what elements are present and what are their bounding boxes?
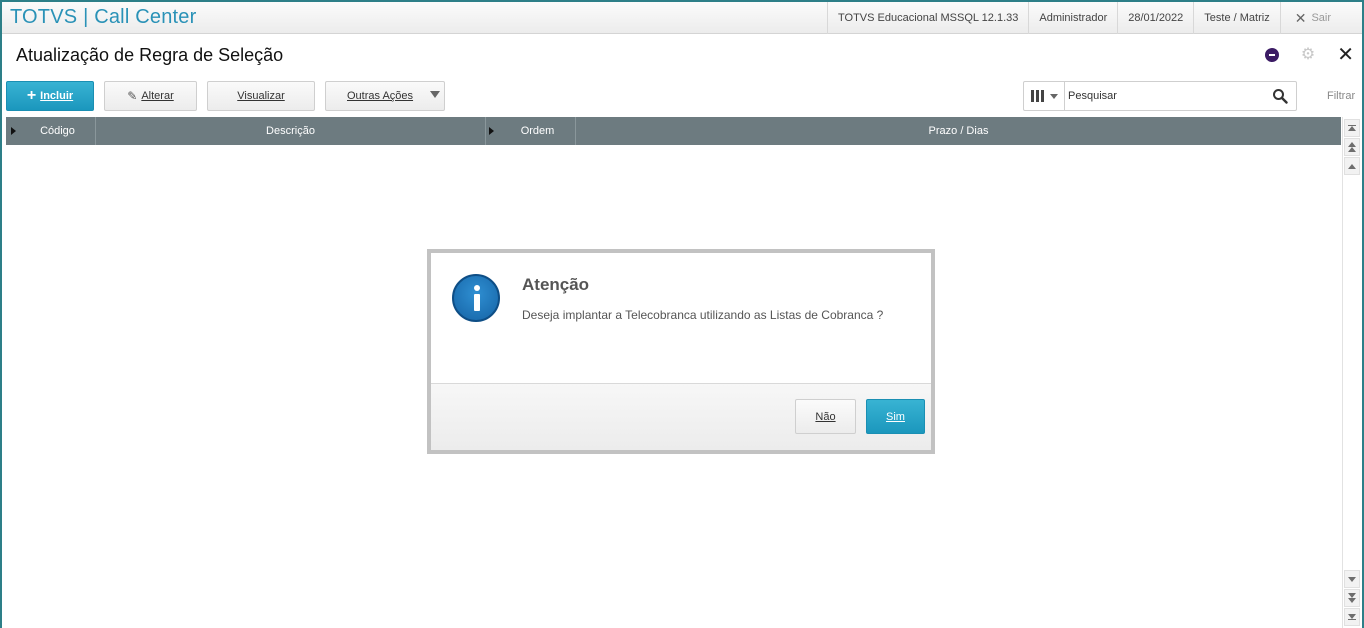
arrow-up-icon — [1348, 126, 1356, 131]
arrow-down-icon — [1348, 576, 1356, 582]
view-label: Visualizar — [237, 90, 285, 102]
close-icon[interactable]: ✕ — [1337, 45, 1354, 65]
alter-button[interactable]: ✎ Alterar — [104, 81, 197, 111]
column-header-description[interactable]: Descrição — [96, 117, 486, 145]
scroll-bottom-button[interactable] — [1344, 608, 1360, 626]
gear-icon[interactable]: ⚙ — [1301, 47, 1315, 63]
column-label: Código — [40, 125, 75, 137]
include-label: Incluir — [40, 90, 74, 102]
title-bar: TOTVS | Call Center TOTVS Educacional MS… — [2, 2, 1362, 34]
column-header-code[interactable]: Código — [6, 117, 96, 145]
page-title: Atualização de Regra de Seleção — [16, 45, 284, 65]
plus-icon: + — [26, 87, 37, 104]
column-label: Ordem — [520, 125, 555, 137]
header-icons: ⚙ ✕ — [1264, 45, 1354, 65]
scroll-up-button[interactable] — [1344, 157, 1360, 175]
app-title: TOTVS | Call Center — [10, 6, 197, 28]
columns-icon — [1030, 90, 1034, 102]
dialog-footer: Não Sim — [431, 383, 931, 450]
search-icon[interactable] — [1272, 88, 1288, 104]
search-box — [1023, 81, 1297, 111]
chevron-down-icon — [430, 91, 440, 98]
vertical-scrollbar[interactable] — [1342, 117, 1360, 628]
scroll-page-up-button[interactable] — [1344, 138, 1360, 156]
info-icon-stem — [474, 294, 480, 311]
column-selector-button[interactable] — [1024, 82, 1065, 110]
filter-link[interactable]: Filtrar — [1327, 90, 1355, 102]
dialog-title: Atenção — [522, 275, 590, 294]
column-header-deadline[interactable]: Prazo / Dias — [576, 117, 1341, 145]
scroll-top-button[interactable] — [1344, 119, 1360, 137]
attention-dialog: Atenção Deseja implantar a Telecobranca … — [427, 249, 935, 454]
alter-label: Alterar — [141, 90, 174, 102]
column-label: Prazo / Dias — [928, 125, 989, 137]
expand-arrow-icon — [489, 127, 494, 135]
environment-label: TOTVS Educacional MSSQL 12.1.33 — [827, 2, 1028, 34]
grid-header: Código Descrição Ordem Prazo / Dias — [6, 117, 1341, 145]
arrow-up-icon — [1348, 147, 1356, 152]
scroll-down-button[interactable] — [1344, 570, 1360, 588]
branch-label[interactable]: Teste / Matriz — [1193, 2, 1279, 34]
column-label: Descrição — [266, 125, 315, 137]
expand-arrow-icon — [11, 127, 16, 135]
scroll-page-down-button[interactable] — [1344, 589, 1360, 607]
user-label: Administrador — [1028, 2, 1117, 34]
info-icon — [452, 274, 500, 322]
chevron-down-icon — [1049, 93, 1058, 99]
no-button[interactable]: Não — [795, 399, 856, 434]
other-actions-button[interactable]: Outras Ações — [325, 81, 445, 111]
search-input[interactable] — [1068, 86, 1268, 106]
status-icon[interactable] — [1264, 48, 1279, 62]
pencil-icon: ✎ — [127, 89, 138, 103]
exit-button[interactable]: ✕ Sair — [1279, 2, 1349, 34]
columns-icon-bar — [1035, 90, 1039, 102]
include-button[interactable]: + Incluir — [6, 81, 94, 111]
close-icon: ✕ — [1294, 10, 1307, 26]
exit-label: Sair — [1311, 12, 1331, 24]
yes-label: Sim — [886, 410, 905, 423]
yes-button[interactable]: Sim — [866, 399, 925, 434]
info-icon-dot — [474, 285, 480, 291]
other-actions-label: Outras Ações — [347, 90, 414, 102]
bar-icon — [1348, 619, 1356, 620]
dialog-message: Deseja implantar a Telecobranca utilizan… — [522, 308, 884, 322]
no-label: Não — [815, 410, 836, 423]
columns-icon-bar — [1040, 90, 1044, 102]
arrow-down-icon — [1348, 598, 1356, 603]
title-bar-info: TOTVS Educacional MSSQL 12.1.33 Administ… — [827, 2, 1349, 34]
column-header-order[interactable]: Ordem — [486, 117, 576, 145]
date-label: 28/01/2022 — [1117, 2, 1193, 34]
arrow-up-icon — [1348, 163, 1356, 169]
view-button[interactable]: Visualizar — [207, 81, 315, 111]
